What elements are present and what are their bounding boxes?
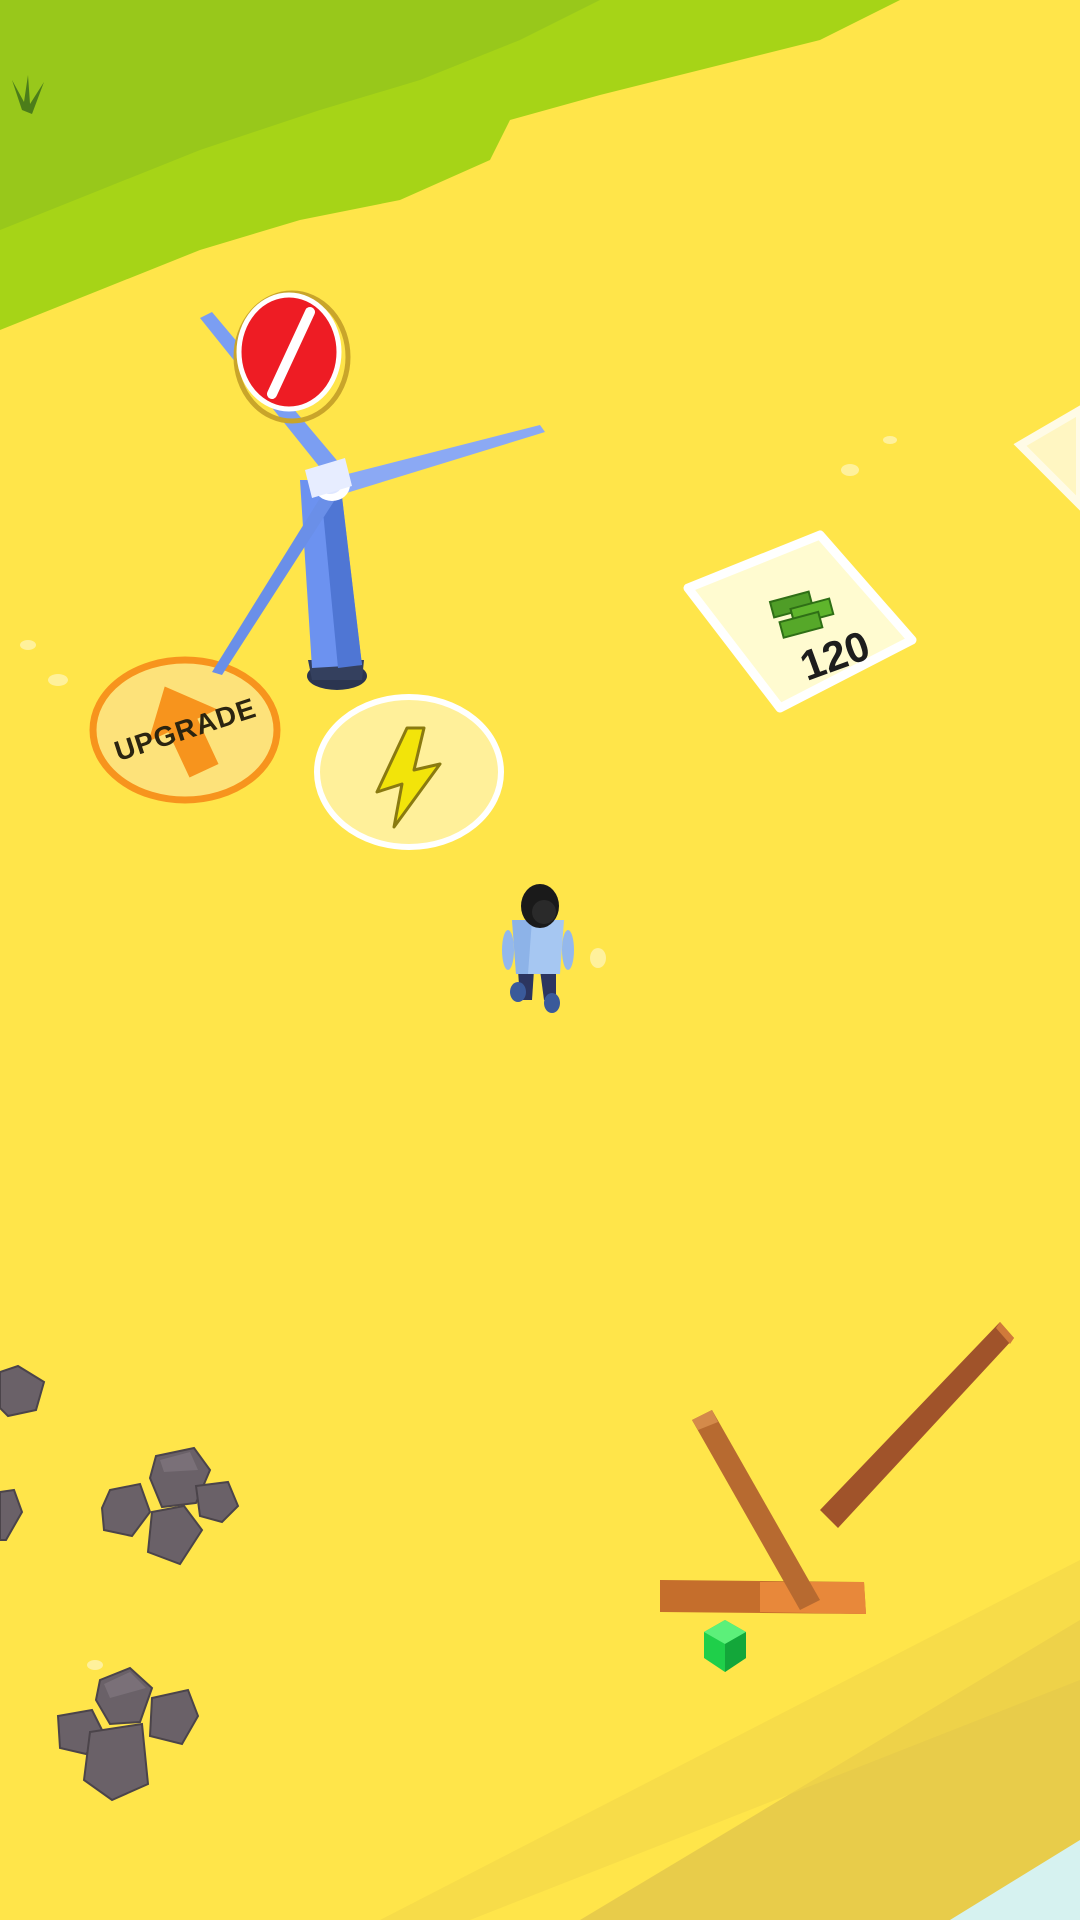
player-character[interactable]	[498, 882, 578, 1017]
purchase-tile[interactable]: 120	[680, 530, 920, 715]
player-sprite	[502, 884, 574, 1013]
game-scene: 120 UPGRADE	[0, 0, 1080, 1920]
green-gem[interactable]	[700, 1618, 750, 1674]
power-pad-ring	[314, 694, 504, 850]
power-pad[interactable]	[312, 692, 507, 852]
purchase-tile-shape	[683, 530, 917, 713]
no-entry-icon	[233, 290, 351, 424]
turbine-status-badge	[232, 290, 352, 425]
green-gem-icon	[704, 1620, 746, 1672]
upgrade-pad[interactable]: UPGRADE	[88, 655, 283, 805]
